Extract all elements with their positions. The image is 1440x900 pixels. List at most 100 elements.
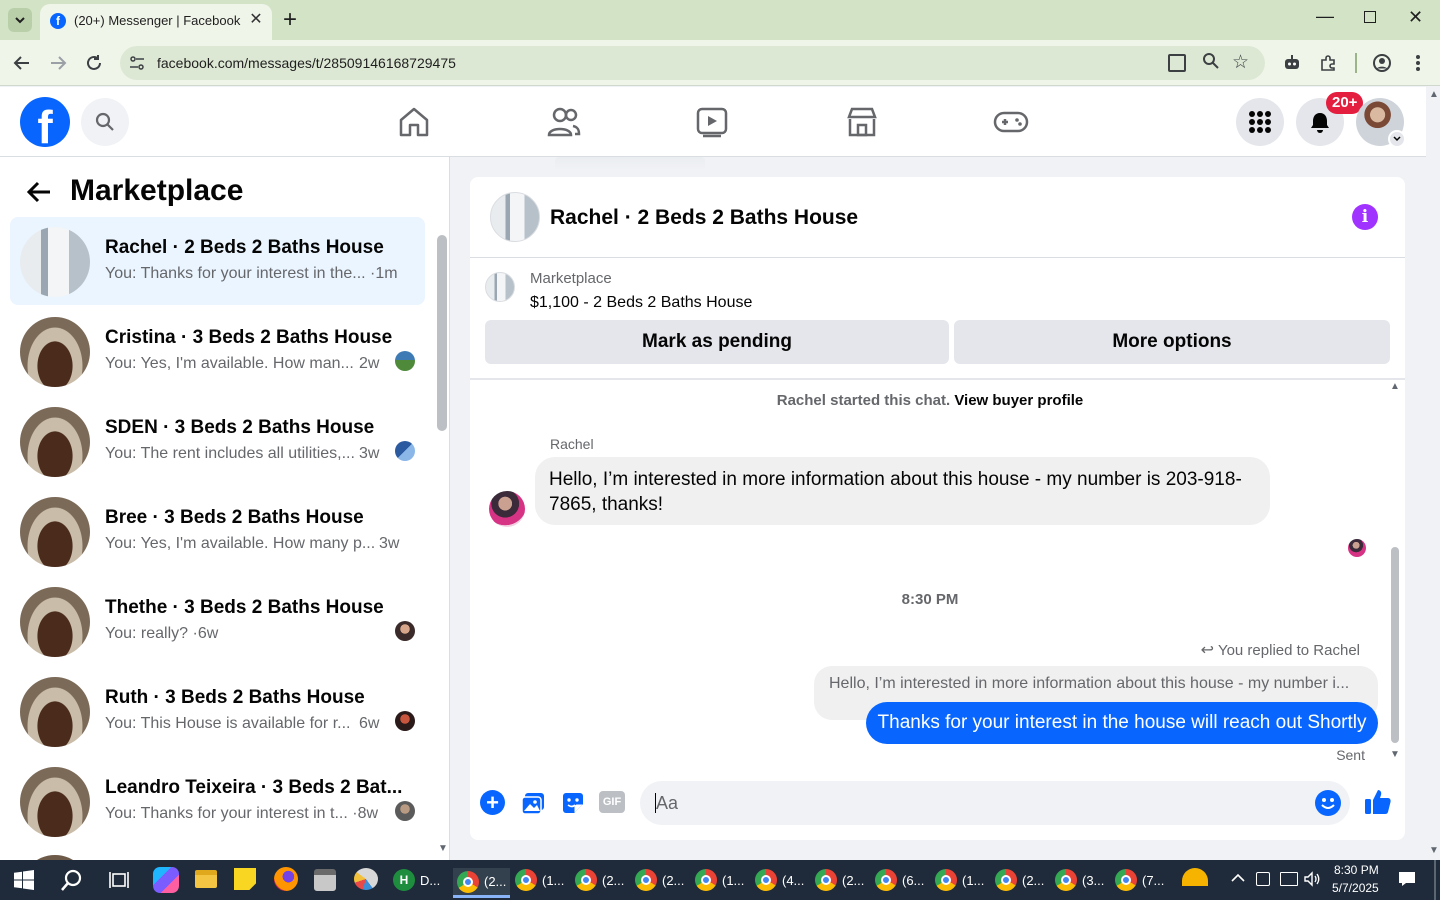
nav-friends[interactable]: [547, 105, 581, 139]
tab-close-icon[interactable]: ✕: [246, 10, 266, 30]
message-input[interactable]: Aa: [640, 781, 1350, 825]
conversation-item[interactable]: Cristina · 3 Beds 2 Baths House You: Yes…: [10, 307, 425, 395]
taskbar-search-icon[interactable]: [60, 868, 84, 892]
taskbar-app-button[interactable]: (2...: [995, 868, 1044, 892]
forward-icon[interactable]: [46, 51, 70, 75]
extension-robot-icon[interactable]: [1280, 51, 1304, 75]
bookmark-star-icon[interactable]: ☆: [1232, 51, 1249, 74]
gif-button[interactable]: GIF: [599, 791, 625, 813]
like-thumb-icon[interactable]: [1363, 787, 1393, 817]
browser-menu-icon[interactable]: [1406, 51, 1430, 75]
taskbar-app-button[interactable]: (2...: [453, 868, 511, 898]
chrome-icon: [875, 869, 897, 891]
taskbar-app-button[interactable]: (3...: [1055, 868, 1104, 892]
profile-icon[interactable]: [1370, 51, 1394, 75]
conversation-item[interactable]: Leandro Teixeira · 3 Beds 2 Bat... You: …: [10, 757, 425, 845]
chat-scrollbar[interactable]: [1391, 547, 1399, 743]
taskbar-app-button[interactable]: (1...: [935, 868, 984, 892]
task-view-icon[interactable]: [108, 870, 130, 890]
install-app-icon[interactable]: [1168, 54, 1186, 72]
conversation-preview: You: Yes, I'm available. How man...: [105, 355, 354, 372]
taskbar-app-button[interactable]: (7...: [1115, 868, 1164, 892]
reload-icon[interactable]: [82, 51, 106, 75]
page-scroll-up-arrow-icon[interactable]: ▲: [1429, 89, 1439, 100]
clock-time[interactable]: 8:30 PM: [1334, 863, 1379, 877]
new-tab-button[interactable]: +: [283, 6, 297, 34]
conversation-item[interactable]: Bree · 3 Beds 2 Baths House You: Yes, I'…: [10, 487, 425, 575]
chrome-icon: [575, 869, 597, 891]
sticker-icon[interactable]: [560, 790, 586, 816]
extensions-puzzle-icon[interactable]: [1316, 51, 1340, 75]
file-explorer-icon[interactable]: [195, 870, 217, 888]
add-more-button[interactable]: +: [480, 790, 505, 815]
incoming-message-bubble[interactable]: Hello, I’m interested in more informatio…: [535, 457, 1270, 525]
nav-marketplace[interactable]: [845, 105, 879, 139]
conversation-title: Thethe · 3 Beds 2 Baths House: [105, 597, 384, 618]
search-button[interactable]: [81, 98, 129, 146]
info-icon[interactable]: i: [1352, 204, 1378, 230]
emoji-icon[interactable]: [1315, 790, 1341, 816]
account-chevron-icon[interactable]: [1388, 130, 1406, 148]
sender-avatar[interactable]: [489, 491, 525, 527]
more-options-button[interactable]: More options: [954, 320, 1390, 364]
conversation-item[interactable]: Ruth · 3 Beds 2 Baths House You: This Ho…: [10, 667, 425, 755]
site-info-icon[interactable]: [128, 54, 146, 72]
taskbar-app-button[interactable]: (6...: [875, 868, 924, 892]
facebook-favicon-icon: f: [50, 13, 66, 29]
facebook-logo-icon[interactable]: f: [20, 97, 70, 147]
conversation-item[interactable]: Thethe · 3 Beds 2 Baths House You: reall…: [10, 577, 425, 665]
chat-scroll-up-arrow-icon[interactable]: ▲: [1390, 381, 1400, 392]
chat-header-title[interactable]: Rachel · 2 Beds 2 Baths House: [550, 206, 858, 230]
meet-now-icon[interactable]: [1256, 872, 1270, 886]
conversation-item[interactable]: Rachel · 2 Beds 2 Baths House You: Thank…: [10, 217, 425, 305]
outgoing-message-bubble[interactable]: Thanks for your interest in the house wi…: [866, 702, 1378, 744]
listing-title[interactable]: $1,100 - 2 Beds 2 Baths House: [530, 294, 752, 312]
mark-as-pending-button[interactable]: Mark as pending: [485, 320, 949, 364]
read-receipt-avatar: [395, 441, 415, 461]
paint-app-icon[interactable]: [354, 868, 378, 890]
listing-source: Marketplace: [530, 270, 612, 287]
view-buyer-profile-link[interactable]: View buyer profile: [954, 392, 1083, 409]
scroll-down-arrow-icon[interactable]: ▼: [438, 843, 448, 854]
nav-home[interactable]: [397, 105, 431, 139]
close-window-button[interactable]: ✕: [1408, 7, 1423, 28]
show-desktop-strip[interactable]: [1434, 860, 1436, 900]
page-scroll-down-arrow-icon[interactable]: ▼: [1429, 845, 1439, 856]
nav-video[interactable]: [695, 105, 729, 139]
replied-to-text: You replied to Rachel: [1217, 642, 1360, 659]
conversation-item[interactable]: SDEN · 3 Beds 2 Baths House You: The ren…: [10, 397, 425, 485]
read-receipt-avatar: [395, 801, 415, 821]
clock-date[interactable]: 5/7/2025: [1332, 881, 1379, 895]
start-button[interactable]: [14, 870, 34, 890]
taskbar-app-button[interactable]: (1...: [695, 868, 744, 892]
listing-thumbnail: [20, 677, 90, 747]
notification-center-icon[interactable]: [1398, 871, 1416, 887]
back-icon[interactable]: [10, 51, 34, 75]
minimize-button[interactable]: —: [1316, 6, 1334, 27]
firefox-icon[interactable]: [274, 867, 298, 891]
show-hidden-icons-icon[interactable]: [1230, 870, 1246, 886]
menu-button[interactable]: [1236, 98, 1284, 146]
taskbar-app-button[interactable]: (2...: [635, 868, 684, 892]
zoom-icon[interactable]: [1202, 52, 1220, 75]
taskbar-app-button[interactable]: (2...: [575, 868, 624, 892]
chat-scroll-down-arrow-icon[interactable]: ▼: [1390, 749, 1400, 760]
taskbar-app-button[interactable]: H D...: [393, 868, 440, 892]
back-arrow-icon[interactable]: [26, 179, 54, 207]
calendar-app-icon[interactable]: [314, 869, 336, 891]
browser-tab-active[interactable]: f (20+) Messenger | Facebook ✕: [40, 4, 272, 40]
nav-gaming[interactable]: [993, 105, 1029, 139]
maximize-button[interactable]: [1364, 11, 1376, 23]
taskbar-app-button[interactable]: (1...: [515, 868, 564, 892]
photo-icon[interactable]: [520, 790, 546, 816]
taskbar-app-button[interactable]: (4...: [755, 868, 804, 892]
taskbar-app-button[interactable]: (2...: [815, 868, 864, 892]
tab-search-button[interactable]: [8, 8, 32, 32]
network-icon[interactable]: [1280, 872, 1298, 886]
copilot-icon[interactable]: [153, 867, 179, 893]
address-bar[interactable]: facebook.com/messages/t/2850914616872947…: [120, 46, 1265, 80]
volume-icon[interactable]: [1303, 870, 1321, 888]
chat-header-avatar[interactable]: [490, 192, 540, 242]
conversation-list-panel: Marketplace Rachel · 2 Beds 2 Baths Hous…: [0, 157, 450, 860]
list-scrollbar[interactable]: [437, 235, 447, 431]
